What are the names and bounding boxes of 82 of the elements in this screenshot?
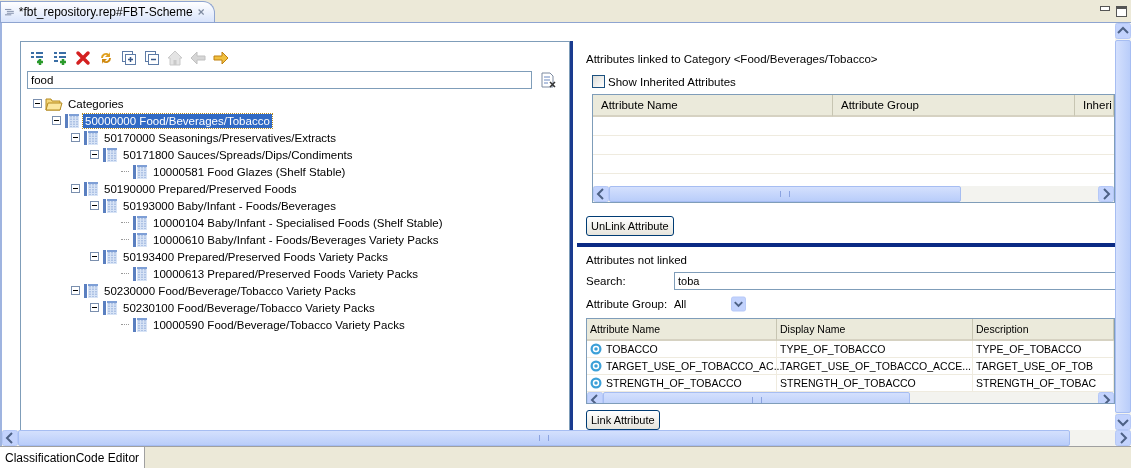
table-cell: STRENGTH_OF_TOBACCO [780, 377, 916, 390]
editor-tab[interactable]: *fbt_repository.rep#FBT-Scheme [0, 1, 215, 22]
tree-item[interactable]: 10000581 Food Glazes (Shelf Stable) [151, 164, 348, 179]
table-icon [132, 316, 148, 333]
table-icon [64, 112, 80, 129]
table-icon [132, 214, 148, 231]
tree-item[interactable]: 10000610 Baby/Infant - Foods/Beverages Variety Packs [151, 232, 441, 247]
checkbox[interactable] [592, 75, 605, 88]
collapse-toggle[interactable] [33, 99, 42, 108]
refresh-icon[interactable] [98, 50, 114, 66]
collapse-toggle[interactable] [71, 133, 80, 142]
collapse-toggle[interactable] [71, 184, 80, 193]
expand-all-icon[interactable] [121, 50, 137, 66]
table-cell: TOBACCO [606, 343, 658, 356]
add-list-icon[interactable] [52, 50, 68, 66]
table-icon [132, 231, 148, 248]
column-header[interactable]: Attribute Name [593, 95, 833, 117]
tree-item[interactable]: 50170000 Seasonings/Preservatives/Extracts [102, 130, 339, 145]
tree-item[interactable]: 50230100 Food/Beverage/Tobacco Variety Packs [121, 300, 377, 315]
unlink-attribute-button[interactable]: UnLink Attribute [586, 216, 674, 237]
collapse-toggle[interactable] [52, 116, 61, 125]
tree-item[interactable]: 10000613 Prepared/Preserved Foods Variety Packs [151, 266, 421, 281]
folder-icon [45, 96, 63, 111]
tree-item[interactable]: 10000104 Baby/Infant - Specialised Foods (Shelf Stable) [151, 215, 445, 230]
table-icon [83, 282, 99, 299]
forward-arrow-icon[interactable] [213, 50, 229, 66]
tree-item[interactable]: 50230000 Food/Beverage/Tobacco Variety Packs [102, 283, 358, 298]
table-icon [132, 265, 148, 282]
tree-item[interactable]: 50171800 Sauces/Spreads/Dips/Condiments [121, 147, 355, 162]
collapse-toggle[interactable] [90, 150, 99, 159]
table-icon [102, 299, 118, 316]
minimize-icon[interactable] [1100, 5, 1110, 12]
link-attribute-button[interactable]: Link Attribute [586, 410, 660, 430]
table-icon [102, 146, 118, 163]
table-icon [83, 129, 99, 146]
field-label: Attribute Group: [586, 298, 669, 311]
tree-item[interactable]: 50190000 Prepared/Preserved Foods [102, 181, 299, 196]
editor-tab-title: *fbt_repository.rep#FBT-Scheme [18, 5, 193, 19]
column-header[interactable]: Inheri [1075, 95, 1114, 117]
search-field[interactable]: toba [674, 272, 1115, 291]
horizontal-scrollbar[interactable] [593, 186, 1114, 203]
maximize-icon[interactable] [1116, 5, 1127, 17]
menu-icon [5, 7, 14, 17]
attribute-icon [590, 343, 602, 356]
field-label: Search: [586, 275, 627, 288]
tree-item[interactable]: 50000000 Food/Beverages/Tobacco [83, 113, 272, 128]
column-header[interactable]: Attribute Group [833, 95, 1075, 117]
close-icon[interactable] [197, 7, 204, 17]
tree-item[interactable]: 50193400 Prepared/Preserved Foods Variety Packs [121, 249, 391, 264]
attribute-icon [590, 360, 602, 373]
tree-item[interactable]: 50193000 Baby/Infant - Foods/Beverages [121, 198, 338, 213]
table-icon [83, 180, 99, 197]
attribute-icon [590, 377, 602, 390]
column-header[interactable]: Attribute Name [587, 319, 777, 342]
tree-item[interactable]: 10000590 Food/Beverage/Tobacco Variety Packs [151, 317, 407, 332]
section-title: Attributes not linked [586, 254, 688, 267]
table-cell: STRENGTH_OF_TOBACCO [606, 377, 742, 390]
vertical-scrollbar[interactable] [1115, 23, 1131, 430]
column-header[interactable]: Display Name [777, 319, 973, 342]
checkbox-label: Show Inherited Attributes [608, 75, 736, 88]
document-icon[interactable] [540, 72, 556, 88]
collapse-toggle[interactable] [90, 201, 99, 210]
collapse-toggle[interactable] [90, 252, 99, 261]
table-cell: STRENGTH_OF_TOBAC [976, 377, 1096, 390]
delete-icon[interactable] [75, 50, 91, 66]
table-icon [102, 197, 118, 214]
section-title: Attributes linked to Category <Food/Beverages/Tobacco> [586, 53, 879, 65]
table-cell: TARGET_USE_OF_TOB [976, 360, 1093, 373]
collapse-toggle[interactable] [90, 303, 99, 312]
tree-item[interactable]: Categories [66, 96, 126, 111]
table-icon [132, 163, 148, 180]
view-tab[interactable]: ClassificationCode Editor [0, 447, 146, 468]
collapse-all-icon[interactable] [144, 50, 160, 66]
table-cell: TYPE_OF_TOBACCO [780, 343, 886, 356]
add-list-icon[interactable] [29, 50, 45, 66]
column-header[interactable]: Description [973, 319, 1114, 342]
table-icon [102, 248, 118, 265]
group-dropdown[interactable]: All [674, 296, 746, 313]
table-cell: TYPE_OF_TOBACCO [976, 343, 1082, 356]
filter-field[interactable]: food [27, 71, 532, 89]
horizontal-scrollbar[interactable] [0, 430, 1131, 446]
collapse-toggle[interactable] [71, 286, 80, 295]
